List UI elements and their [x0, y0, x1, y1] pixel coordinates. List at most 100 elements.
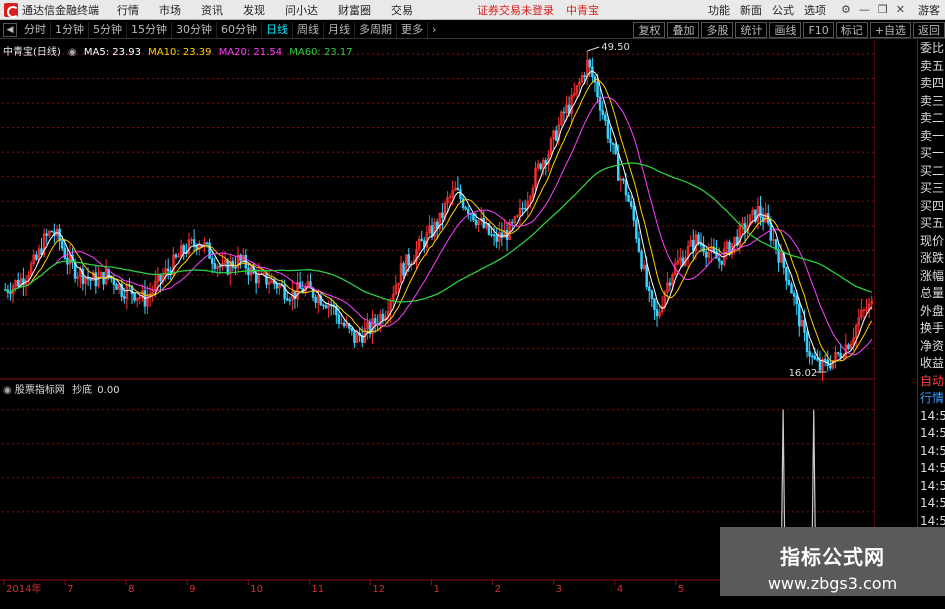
candle-body	[490, 233, 493, 236]
side-panel-item: 14:50	[920, 496, 945, 510]
stats-button[interactable]: 统计	[735, 21, 768, 38]
candle-body	[668, 282, 672, 286]
back-button[interactable]: 返回	[913, 21, 945, 38]
multi-stock-button[interactable]: 多股	[701, 21, 734, 38]
period-daily[interactable]: 日线	[262, 21, 293, 38]
menu-item-market[interactable]: 市场	[159, 2, 181, 18]
side-panel-item: 换手	[920, 321, 945, 335]
candle-body	[407, 254, 411, 266]
candle-body	[818, 359, 822, 371]
minus-icon[interactable]: —	[859, 3, 870, 16]
candle-body	[611, 142, 615, 145]
menu-item-wealth[interactable]: 财富圈	[338, 2, 371, 18]
candle-body	[275, 283, 279, 289]
overlay-button[interactable]: 叠加	[667, 21, 700, 38]
guest-label[interactable]: 游客	[918, 2, 940, 18]
menu-item-quotes[interactable]: 行情	[117, 2, 139, 18]
ma20-label: MA20: 21.54	[218, 47, 283, 58]
menu-new-layout-button[interactable]: 新面	[740, 2, 762, 18]
candle-body	[210, 258, 214, 264]
candle-body	[81, 268, 85, 284]
candle-body	[601, 109, 604, 115]
watermark-overlay: 指标公式网 www.zbgs3.com	[720, 527, 945, 596]
menu-formula-button[interactable]: 公式	[772, 2, 794, 18]
side-panel-item: 净资	[920, 338, 945, 353]
settings-dot-icon[interactable]: ◉	[68, 47, 77, 58]
candle-body	[456, 187, 460, 190]
candle-body	[640, 251, 643, 269]
side-panel-item: 14:50	[920, 478, 945, 493]
menu-item-discover[interactable]: 发现	[243, 2, 265, 18]
menu-item-trade[interactable]: 交易	[391, 2, 413, 18]
candle-body	[205, 242, 209, 244]
time-tick-label: 1	[434, 584, 440, 595]
candle-body	[704, 251, 708, 258]
candle-body	[803, 320, 806, 333]
candle-body	[285, 298, 289, 301]
candle-body	[645, 264, 648, 288]
toolbar-right-group: 复权 叠加 多股 统计 画线 F10 标记 +自选 返回	[631, 21, 945, 38]
restore-icon[interactable]: ❐	[878, 3, 888, 16]
close-icon[interactable]: ✕	[896, 3, 905, 16]
add-watchlist-button[interactable]: +自选	[869, 21, 911, 38]
period-1min[interactable]: 1分钟	[51, 21, 89, 38]
candle-body	[159, 274, 162, 282]
indicator-name: 抄底	[72, 385, 93, 396]
candle-body	[115, 284, 118, 290]
candle-body	[808, 351, 811, 357]
mark-button[interactable]: 标记	[835, 21, 868, 38]
menu-function-button[interactable]: 功能	[708, 2, 730, 18]
candle-body	[254, 272, 258, 284]
menu-item-ask[interactable]: 问小达	[285, 2, 318, 18]
candle-body	[353, 330, 356, 343]
candle-body	[792, 292, 796, 297]
candle-body	[213, 263, 217, 269]
candle-body	[635, 219, 638, 240]
candle-body	[523, 207, 527, 210]
time-tick-label: 3	[556, 584, 562, 595]
candle-body	[521, 207, 524, 210]
side-panel-item: 现价	[920, 233, 945, 248]
side-panel-item: 行情	[920, 391, 945, 405]
f10-button[interactable]: F10	[803, 21, 834, 38]
candle-body	[234, 267, 237, 269]
candle-body	[790, 284, 793, 294]
side-panel-item: 卖一	[920, 128, 945, 143]
period-more[interactable]: 更多	[397, 21, 428, 38]
ma10-label: MA10: 23.39	[148, 47, 212, 58]
candle-body	[622, 178, 625, 181]
login-status[interactable]: 证券交易未登录	[477, 2, 554, 18]
menu-item-news[interactable]: 资讯	[201, 2, 223, 18]
menu-options-button[interactable]: 选项	[804, 2, 826, 18]
period-15min[interactable]: 15分钟	[127, 21, 172, 38]
kline-chart[interactable]: 49.5016.02 50.0047.5045.0042.5040.0037.5…	[0, 40, 875, 595]
period-weekly[interactable]: 周线	[293, 21, 324, 38]
watermark-title: 指标公式网	[780, 545, 885, 569]
candle-body	[265, 272, 268, 285]
candle-body	[35, 254, 38, 260]
period-multi[interactable]: 多周期	[355, 21, 397, 38]
chevron-left-icon[interactable]: ◀	[3, 22, 17, 37]
period-monthly[interactable]: 月线	[324, 21, 355, 38]
candle-body	[785, 266, 788, 281]
time-tick-label: 11	[311, 584, 324, 595]
period-5min[interactable]: 5分钟	[89, 21, 127, 38]
period-intraday[interactable]: 分时	[20, 21, 51, 38]
candle-body	[637, 238, 641, 252]
candle-body	[350, 327, 354, 332]
candle-body	[544, 160, 548, 165]
gear-icon[interactable]: ⚙	[841, 3, 851, 16]
indicator-settings-icon[interactable]: ◉	[3, 385, 12, 396]
time-tick-label: 12	[372, 584, 385, 595]
period-60min[interactable]: 60分钟	[217, 21, 262, 38]
candle-body	[816, 358, 819, 361]
candle-body	[495, 235, 498, 242]
adjust-button[interactable]: 复权	[633, 21, 666, 38]
candle-body	[650, 290, 654, 300]
chevron-right-icon[interactable]: ›	[428, 22, 440, 38]
candle-body	[226, 260, 229, 275]
candle-body	[322, 304, 325, 307]
period-30min[interactable]: 30分钟	[172, 21, 217, 38]
draw-line-button[interactable]: 画线	[769, 21, 802, 38]
candle-body	[839, 353, 842, 358]
